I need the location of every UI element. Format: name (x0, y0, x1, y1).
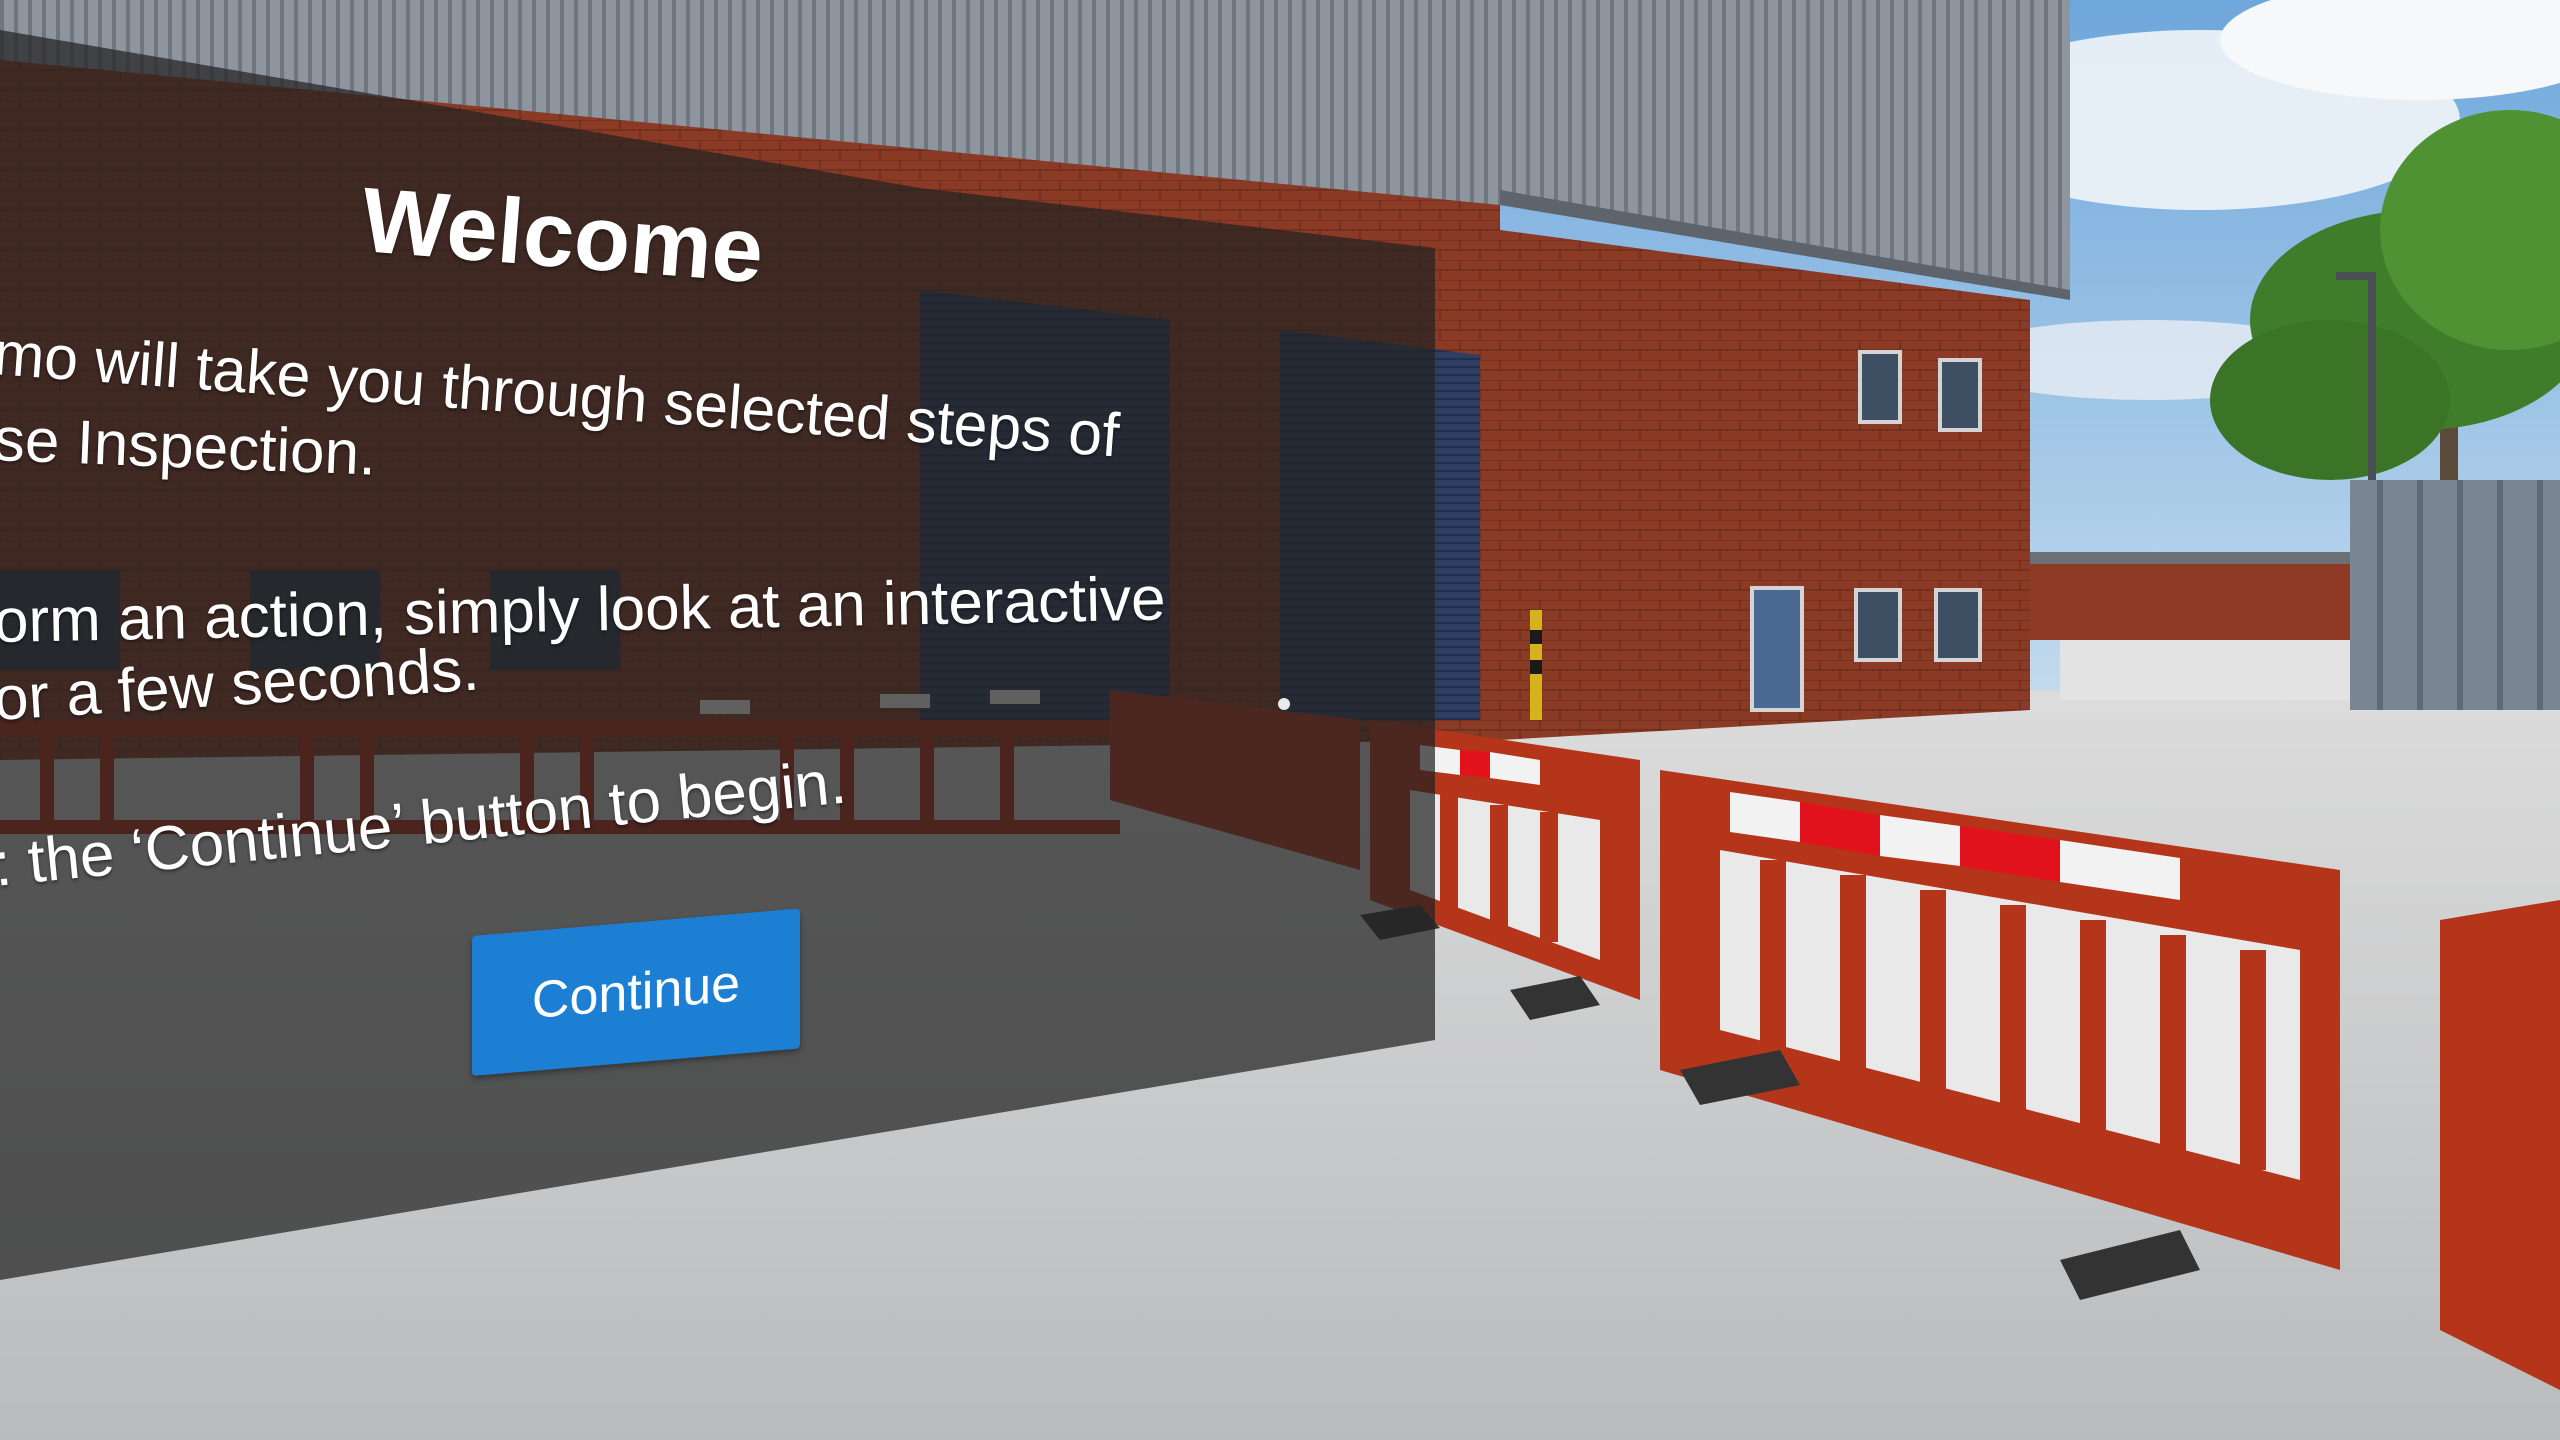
continue-button[interactable]: Continue (472, 908, 800, 1076)
warehouse-yard-scene (0, 0, 2560, 1440)
